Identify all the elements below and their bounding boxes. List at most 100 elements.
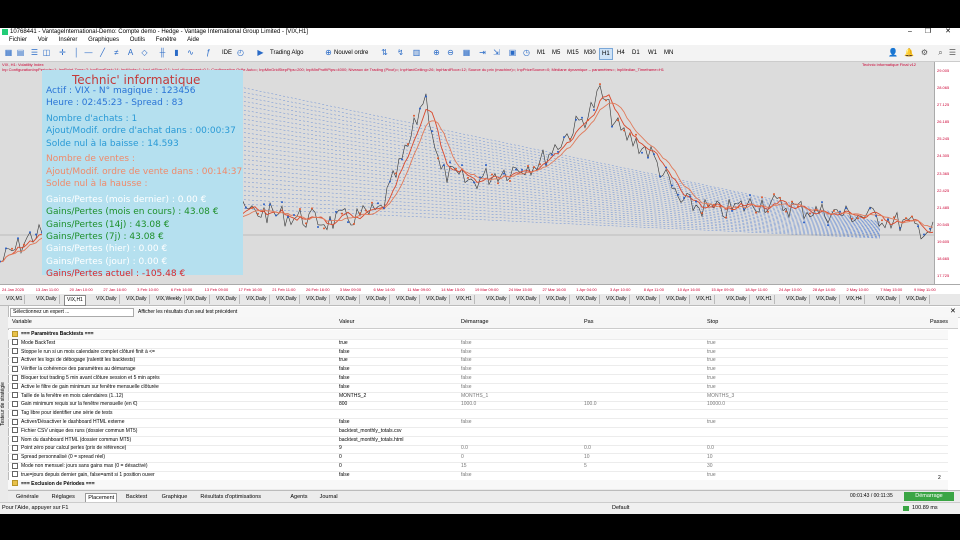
parameter-pas[interactable]: 5	[584, 462, 702, 471]
parameter-checkbox[interactable]	[12, 462, 18, 469]
parameter-checkbox[interactable]	[12, 453, 18, 460]
tester-close-icon[interactable]: ✕	[950, 307, 956, 315]
zoom-in-icon[interactable]: ⊕	[432, 48, 441, 57]
chart-tab[interactable]: VIX,Daily	[334, 295, 360, 304]
parameter-valeur[interactable]: backtest_monthly_totals.html	[339, 436, 457, 445]
timeframe-mn[interactable]: MN	[662, 48, 675, 58]
parameter-demarrage[interactable]: false	[461, 365, 579, 374]
parameter-stop[interactable]: true	[707, 348, 825, 357]
tester-tab[interactable]: Agents	[288, 493, 309, 501]
parameter-stop[interactable]: true	[707, 339, 825, 348]
parameter-checkbox[interactable]	[12, 418, 18, 425]
parameter-stop[interactable]: 10000.0	[707, 400, 825, 409]
minimize-button[interactable]: –	[900, 28, 920, 36]
tester-tab[interactable]: Générale	[14, 493, 41, 501]
parameter-demarrage[interactable]: false	[461, 348, 579, 357]
parameter-demarrage[interactable]: false	[461, 471, 579, 480]
bar-chart-icon[interactable]: ╫	[158, 48, 167, 57]
parameter-valeur[interactable]: 0	[339, 453, 457, 462]
new-order-icon[interactable]: ⊕	[324, 48, 333, 57]
timeframe-d1[interactable]: D1	[630, 48, 642, 58]
trendline-icon[interactable]: ╱	[98, 48, 107, 57]
chart-tab[interactable]: VIX,H1	[64, 295, 86, 306]
parameter-valeur[interactable]: 800	[339, 400, 457, 409]
chart-tab[interactable]: VIX,Daily	[574, 295, 600, 304]
parameter-valeur[interactable]: backtest_monthly_totals.csv	[339, 427, 457, 436]
search-icon[interactable]: ⌕	[936, 48, 945, 57]
algo-trading-icon[interactable]: ▶	[256, 48, 265, 57]
menu-item-graphiques[interactable]: Graphiques	[88, 36, 119, 45]
notifications-icon[interactable]: 🔔	[904, 48, 914, 57]
tester-tab[interactable]: Résultats d'optimisations	[198, 493, 263, 501]
chart-tab[interactable]: VIX,M1	[4, 295, 26, 304]
parameter-stop[interactable]: true	[707, 374, 825, 383]
section-folder-icon[interactable]	[12, 480, 18, 487]
parameter-pas[interactable]: 100.0	[584, 400, 702, 409]
settings-icon[interactable]: ⚙	[920, 48, 929, 57]
text-icon[interactable]: A	[126, 48, 135, 57]
chart-tab[interactable]: VIX,Daily	[724, 295, 750, 304]
header-valeur[interactable]: Valeur	[339, 319, 355, 325]
period-icon[interactable]: ◷	[522, 48, 531, 57]
header-demarrage[interactable]: Démarrage	[461, 319, 489, 325]
parameter-stop[interactable]: true	[707, 418, 825, 427]
parameter-checkbox[interactable]	[12, 401, 18, 408]
chart-tab[interactable]: VIX,Daily	[544, 295, 570, 304]
history-icon[interactable]: ◴	[236, 48, 245, 57]
chart-tab[interactable]: VIX,Daily	[664, 295, 690, 304]
parameter-demarrage[interactable]: 0	[461, 453, 579, 462]
new-chart-icon[interactable]: ▦	[4, 48, 13, 57]
restore-button[interactable]: ❐	[918, 28, 938, 36]
parameter-valeur[interactable]: false	[339, 365, 457, 374]
timeframe-h4[interactable]: H4	[615, 48, 627, 58]
parameter-stop[interactable]: MONTHS_3	[707, 392, 825, 401]
parameter-valeur[interactable]: true	[339, 356, 457, 365]
parameter-checkbox[interactable]	[12, 357, 18, 364]
account-icon[interactable]: 👤	[888, 48, 898, 57]
parameter-checkbox[interactable]	[12, 383, 18, 390]
grid-icon[interactable]: ▦	[462, 48, 471, 57]
chart-tab[interactable]: VIX,Daily	[784, 295, 810, 304]
parameter-valeur[interactable]: false	[339, 383, 457, 392]
chart-end-icon[interactable]: ⇲	[492, 48, 501, 57]
menu-item-aide[interactable]: Aide	[187, 36, 199, 45]
parameter-demarrage[interactable]: false	[461, 418, 579, 427]
parameter-valeur[interactable]: MONTHS_2	[339, 392, 457, 401]
timeframe-h1[interactable]: H1	[599, 48, 613, 60]
parameter-row[interactable]: === Exclusion de Périodes ===	[8, 479, 948, 490]
chart-tab[interactable]: VIX,Daily	[424, 295, 450, 304]
parameter-demarrage[interactable]: 15	[461, 462, 579, 471]
parameter-stop[interactable]: 30	[707, 462, 825, 471]
start-button[interactable]: Démarrage	[904, 492, 954, 501]
parameter-checkbox[interactable]	[12, 365, 18, 372]
line-chart-icon[interactable]: ∿	[186, 48, 195, 57]
chart-tab[interactable]: VIX,H1	[694, 295, 715, 304]
parameter-checkbox[interactable]	[12, 339, 18, 346]
chart-tab[interactable]: VIX,Daily	[364, 295, 390, 304]
parameter-stop[interactable]: true	[707, 383, 825, 392]
market-watch-icon[interactable]: ☰	[30, 48, 39, 57]
chart-shift-icon[interactable]: ▥	[412, 48, 421, 57]
parameter-valeur[interactable]: false	[339, 418, 457, 427]
parameter-demarrage[interactable]: false	[461, 356, 579, 365]
chart-tab[interactable]: VIX,Daily	[304, 295, 330, 304]
chart-tab[interactable]: VIX,Daily	[244, 295, 270, 304]
chart-tab[interactable]: VIX,Daily	[274, 295, 300, 304]
parameter-valeur[interactable]: false	[339, 348, 457, 357]
indicators-icon[interactable]: ƒ	[204, 48, 213, 57]
parameter-checkbox[interactable]	[12, 445, 18, 452]
parameter-valeur[interactable]: 0	[339, 462, 457, 471]
parameter-stop[interactable]: 0.0	[707, 444, 825, 453]
candles-icon[interactable]: ▮	[172, 48, 181, 57]
parameter-stop[interactable]: 10	[707, 453, 825, 462]
parameter-checkbox[interactable]	[12, 471, 18, 478]
chart-tab[interactable]: VIX,Daily	[34, 295, 60, 304]
parameter-demarrage[interactable]: 0.0	[461, 444, 579, 453]
menu-item-fichier[interactable]: Fichier	[9, 36, 27, 45]
horizontal-line-icon[interactable]: —	[84, 48, 93, 57]
parameter-checkbox[interactable]	[12, 374, 18, 381]
timeframe-m30[interactable]: M30	[582, 48, 598, 58]
parameter-valeur[interactable]: 9	[339, 444, 457, 453]
timeframe-w1[interactable]: W1	[646, 48, 659, 58]
crosshair-icon[interactable]: ✛	[58, 48, 67, 57]
